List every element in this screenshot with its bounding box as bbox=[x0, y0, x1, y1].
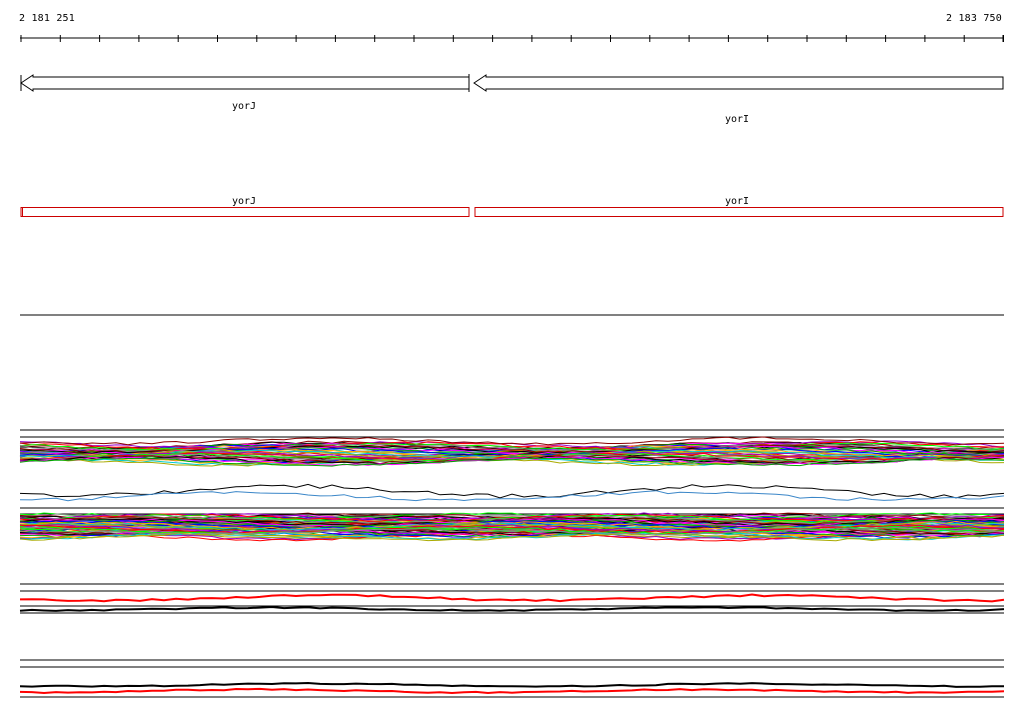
coordinate-ruler bbox=[20, 35, 1004, 42]
expression-curve bbox=[19, 593, 1005, 603]
transcript-box-yorj[interactable] bbox=[20, 207, 470, 217]
transcript-track: yorJ yorI bbox=[20, 196, 1004, 217]
genome-browser-view: 2 181 251 2 183 750 yorJ yorI yorJ yorI bbox=[0, 0, 1024, 714]
gene-arrow-yorj[interactable] bbox=[20, 74, 470, 92]
expression-curve bbox=[19, 681, 1005, 688]
transcript-label-yori: yorI bbox=[725, 196, 749, 207]
gene-track: yorJ yorI bbox=[20, 74, 1004, 125]
transcript-label-yorj: yorJ bbox=[232, 196, 256, 207]
gene-label-yori: yorI bbox=[725, 114, 749, 125]
expression-curve bbox=[19, 687, 1005, 695]
expression-curves bbox=[19, 436, 1005, 695]
gene-label-yorj: yorJ bbox=[232, 101, 256, 112]
expression-profile-track-1 bbox=[20, 429, 1004, 438]
expression-curve bbox=[19, 605, 1005, 612]
browser-canvas: yorJ yorI yorJ yorI bbox=[19, 35, 1005, 698]
expression-curve bbox=[19, 483, 1005, 499]
gene-arrow-yori[interactable] bbox=[473, 74, 1004, 92]
transcript-box-yori[interactable] bbox=[474, 207, 1004, 217]
